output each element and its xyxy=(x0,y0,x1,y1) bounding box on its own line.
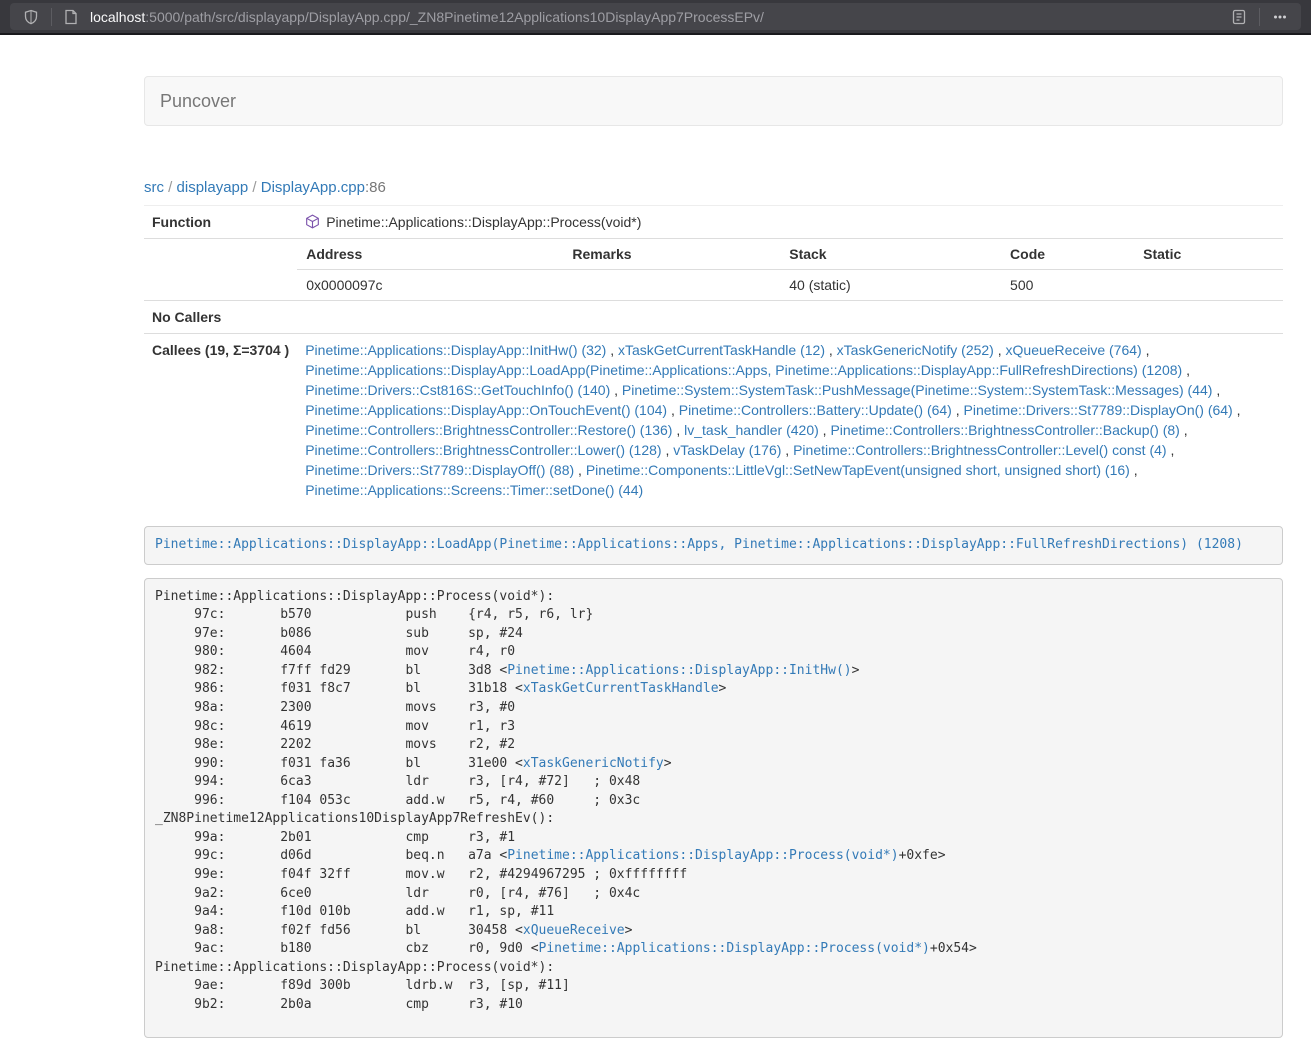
callee-link[interactable]: lv_task_handler (420) xyxy=(684,422,819,438)
assembly-symbol-link[interactable]: xTaskGenericNotify xyxy=(523,756,664,771)
callee-link[interactable]: Pinetime::Controllers::BrightnessControl… xyxy=(830,422,1179,438)
breadcrumb-link-src[interactable]: src xyxy=(144,179,164,196)
column-header-code: Code xyxy=(1001,239,1134,270)
function-name-cell: Pinetime::Applications::DisplayApp::Proc… xyxy=(297,206,1283,239)
callee-link[interactable]: Pinetime::Applications::DisplayApp::OnTo… xyxy=(305,402,667,418)
callee-link[interactable]: Pinetime::Controllers::BrightnessControl… xyxy=(305,422,672,438)
assembly-symbol-link[interactable]: Pinetime::Applications::DisplayApp::Init… xyxy=(507,663,851,678)
reader-mode-icon[interactable] xyxy=(1227,9,1251,25)
stats-row: Address Remarks Stack Code Static 0x0000… xyxy=(144,239,1283,301)
breadcrumb-separator: / xyxy=(164,179,177,196)
callees-label: Callees (19, Σ=3704 ) xyxy=(144,334,297,507)
stats-table: Address Remarks Stack Code Static 0x0000… xyxy=(297,239,1283,300)
no-callers-cell xyxy=(297,301,1283,334)
callee-link[interactable]: Pinetime::Applications::Screens::Timer::… xyxy=(305,482,643,498)
column-header-static: Static xyxy=(1134,239,1283,270)
assembly-symbol-link[interactable]: Pinetime::Applications::DisplayApp::Proc… xyxy=(507,848,898,863)
breadcrumb: src / displayapp / DisplayApp.cpp:86 xyxy=(144,178,1283,198)
remarks-value xyxy=(563,270,780,301)
callee-link[interactable]: xTaskGetCurrentTaskHandle (12) xyxy=(618,342,825,358)
breadcrumb-link-displayapp[interactable]: displayapp xyxy=(177,179,249,196)
column-header-stack: Stack xyxy=(780,239,1001,270)
urlbar-divider xyxy=(1259,8,1260,26)
function-row: Function Pinetime::Applications::Display… xyxy=(144,206,1283,239)
function-name: Pinetime::Applications::DisplayApp::Proc… xyxy=(326,214,641,230)
highlighted-callee-box: Pinetime::Applications::DisplayApp::Load… xyxy=(144,526,1283,565)
callee-link[interactable]: Pinetime::Applications::DisplayApp::Init… xyxy=(305,342,606,358)
breadcrumb-link-file[interactable]: DisplayApp.cpp xyxy=(261,179,365,196)
column-header-address: Address xyxy=(297,239,563,270)
stack-value: 40 (static) xyxy=(780,270,1001,301)
stats-row-label xyxy=(144,239,297,301)
breadcrumb-line-number: :86 xyxy=(365,179,386,196)
tracking-protection-shield-icon[interactable] xyxy=(19,9,43,25)
stats-data-row: 0x0000097c 40 (static) 500 xyxy=(297,270,1283,301)
callee-link[interactable]: xQueueReceive (764) xyxy=(1006,342,1142,358)
highlighted-callee-link[interactable]: Pinetime::Applications::DisplayApp::Load… xyxy=(155,537,1243,552)
page-container: Puncover src / displayapp / DisplayApp.c… xyxy=(144,76,1283,1038)
column-header-remarks: Remarks xyxy=(563,239,780,270)
url-host: localhost xyxy=(90,9,145,25)
breadcrumb-separator: / xyxy=(248,179,261,196)
function-cube-icon xyxy=(305,214,320,229)
callee-link[interactable]: Pinetime::Drivers::St7789::DisplayOn() (… xyxy=(964,402,1233,418)
callee-link[interactable]: Pinetime::Components::LittleVgl::SetNewT… xyxy=(586,462,1130,478)
url-text: localhost:5000/path/src/displayapp/Displ… xyxy=(90,9,1219,25)
callee-link[interactable]: xTaskGenericNotify (252) xyxy=(837,342,994,358)
callee-link[interactable]: Pinetime::Controllers::BrightnessControl… xyxy=(793,442,1166,458)
callee-link[interactable]: Pinetime::Drivers::Cst816S::GetTouchInfo… xyxy=(305,382,610,398)
stats-header-row: Address Remarks Stack Code Static xyxy=(297,239,1283,270)
callee-link[interactable]: Pinetime::System::SystemTask::PushMessag… xyxy=(622,382,1213,398)
stats-cell: Address Remarks Stack Code Static 0x0000… xyxy=(297,239,1283,301)
no-callers-row: No Callers xyxy=(144,301,1283,334)
callees-list: Pinetime::Applications::DisplayApp::Init… xyxy=(297,334,1283,507)
urlbar-divider xyxy=(51,8,52,26)
assembly-symbol-link[interactable]: xTaskGetCurrentTaskHandle xyxy=(523,681,719,696)
callee-link[interactable]: Pinetime::Controllers::Battery::Update()… xyxy=(679,402,952,418)
callee-link[interactable]: Pinetime::Controllers::BrightnessControl… xyxy=(305,442,661,458)
disassembly-listing: Pinetime::Applications::DisplayApp::Proc… xyxy=(144,578,1283,1038)
code-value: 500 xyxy=(1001,270,1134,301)
app-navbar: Puncover xyxy=(144,76,1283,126)
assembly-symbol-link[interactable]: Pinetime::Applications::DisplayApp::Proc… xyxy=(539,941,930,956)
address-bar[interactable]: localhost:5000/path/src/displayapp/Displ… xyxy=(10,3,1301,30)
callee-link[interactable]: vTaskDelay (176) xyxy=(673,442,781,458)
static-value xyxy=(1134,270,1283,301)
address-value: 0x0000097c xyxy=(297,270,563,301)
browser-toolbar: localhost:5000/path/src/displayapp/Displ… xyxy=(0,0,1311,35)
callee-link[interactable]: Pinetime::Applications::DisplayApp::Load… xyxy=(305,362,1182,378)
page-actions-menu-icon[interactable] xyxy=(1268,9,1292,25)
page-info-icon[interactable] xyxy=(60,9,82,25)
function-row-label: Function xyxy=(144,206,297,239)
assembly-symbol-link[interactable]: xQueueReceive xyxy=(523,923,625,938)
function-table: Function Pinetime::Applications::Display… xyxy=(144,206,1283,506)
url-path: :5000/path/src/displayapp/DisplayApp.cpp… xyxy=(145,9,764,25)
no-callers-label: No Callers xyxy=(144,301,297,334)
app-brand[interactable]: Puncover xyxy=(145,76,251,126)
callee-link[interactable]: Pinetime::Drivers::St7789::DisplayOff() … xyxy=(305,462,574,478)
callees-row: Callees (19, Σ=3704 ) Pinetime::Applicat… xyxy=(144,334,1283,507)
